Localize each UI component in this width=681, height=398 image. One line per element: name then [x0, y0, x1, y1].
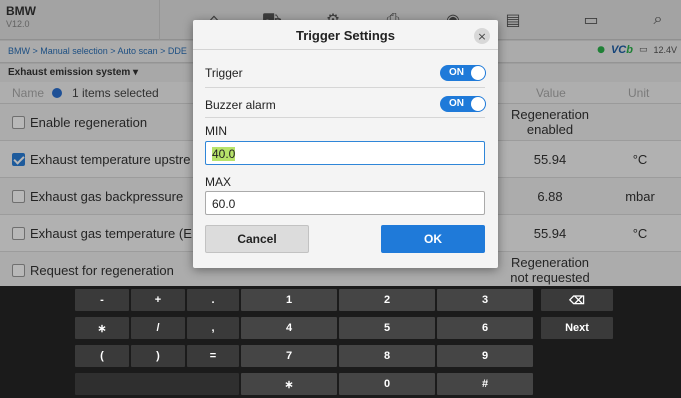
key-slash[interactable]: / [131, 317, 185, 339]
next-button[interactable]: Next [541, 317, 613, 339]
key-5[interactable]: 5 [339, 317, 435, 339]
min-value: 40.0 [212, 147, 236, 161]
key-comma[interactable]: , [187, 317, 239, 339]
key-asterisk[interactable]: ∗ [75, 317, 129, 339]
max-input[interactable]: 60.0 [205, 191, 485, 215]
key-2[interactable]: 2 [339, 289, 435, 311]
max-label: MAX [205, 175, 232, 189]
key-plus[interactable]: + [131, 289, 185, 311]
divider [205, 117, 485, 118]
key-minus[interactable]: - [75, 289, 129, 311]
trigger-toggle[interactable]: ON [440, 65, 486, 81]
key-close-paren[interactable]: ) [131, 345, 185, 367]
key-dot[interactable]: . [187, 289, 239, 311]
backspace-icon[interactable]: ⌫ [541, 289, 613, 311]
trigger-settings-dialog: Trigger Settings × Trigger ON Buzzer ala… [193, 20, 498, 268]
key-4[interactable]: 4 [241, 317, 337, 339]
key-8[interactable]: 8 [339, 345, 435, 367]
buzzer-toggle[interactable]: ON [440, 96, 486, 112]
key-9[interactable]: 9 [437, 345, 533, 367]
key-7[interactable]: 7 [241, 345, 337, 367]
key-hash[interactable]: # [437, 373, 533, 395]
key-0[interactable]: 0 [339, 373, 435, 395]
min-input[interactable]: 40.0 [205, 141, 485, 165]
toggle-knob [471, 97, 485, 111]
cancel-button[interactable]: Cancel [205, 225, 309, 253]
key-equals[interactable]: = [187, 345, 239, 367]
buzzer-toggle-state: ON [449, 98, 464, 109]
max-value: 60.0 [212, 197, 236, 211]
key-star[interactable]: ∗ [241, 373, 337, 395]
numeric-keyboard: - + . 1 2 3 ⌫ ∗ / , 4 5 6 Next ( ) = 7 8… [0, 286, 681, 398]
trigger-toggle-state: ON [449, 67, 464, 78]
dialog-title: Trigger Settings [296, 28, 395, 43]
toggle-knob [471, 66, 485, 80]
key-blank[interactable] [75, 373, 239, 395]
key-open-paren[interactable]: ( [75, 345, 129, 367]
key-6[interactable]: 6 [437, 317, 533, 339]
close-icon[interactable]: × [474, 28, 490, 44]
dialog-header: Trigger Settings × [193, 20, 498, 50]
key-3[interactable]: 3 [437, 289, 533, 311]
min-label: MIN [205, 124, 227, 138]
key-1[interactable]: 1 [241, 289, 337, 311]
ok-button[interactable]: OK [381, 225, 485, 253]
divider [205, 87, 485, 88]
